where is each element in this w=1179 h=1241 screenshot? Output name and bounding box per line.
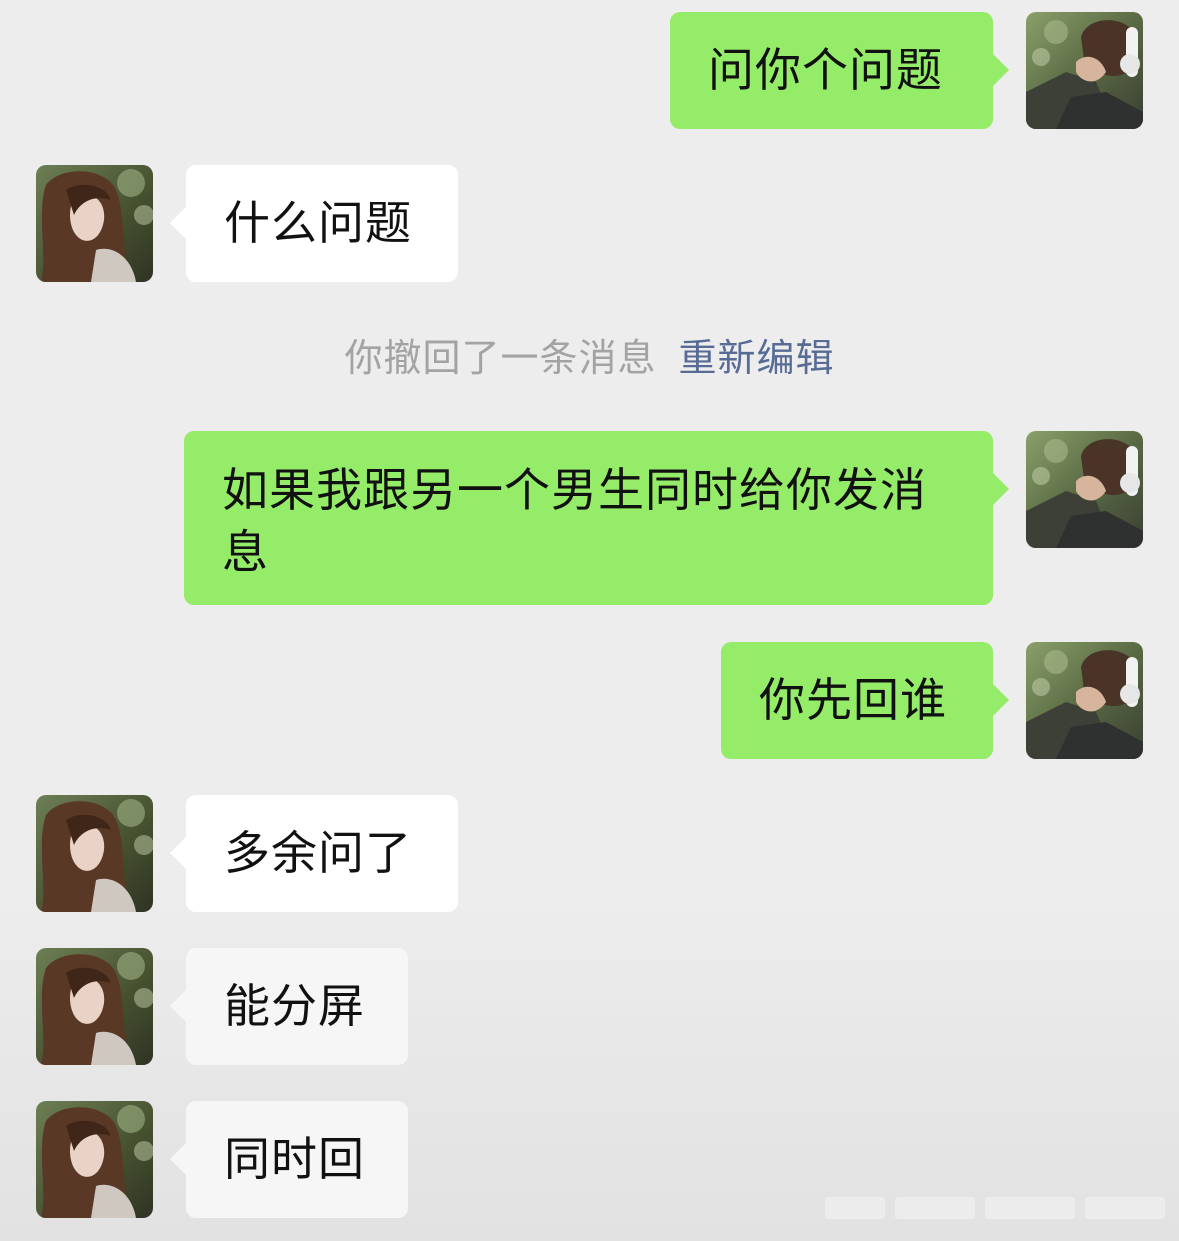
avatar-girl-icon (36, 1101, 153, 1218)
message-bubble-outgoing[interactable]: 你先回谁 (721, 642, 1009, 759)
message-bubble-outgoing[interactable]: 如果我跟另一个男生同时给你发消息 (184, 431, 1009, 605)
their-avatar[interactable] (36, 1101, 153, 1218)
avatar-girl-icon (36, 795, 153, 912)
avatar-girl-icon (36, 165, 153, 282)
message-text: 问你个问题 (708, 43, 943, 97)
their-avatar[interactable] (36, 165, 153, 282)
message-text: 能分屏 (224, 979, 365, 1033)
avatar-boy-icon (1026, 12, 1143, 129)
chat-view: 问你个问题 什么问题 你撤回了一条消息 重新编辑 如果我跟另一个男生同时给你发消息… (0, 0, 1179, 1241)
message-bubble-incoming[interactable]: 多余问了 (170, 795, 458, 912)
avatar-boy-icon (1026, 431, 1143, 548)
my-avatar[interactable] (1026, 642, 1143, 759)
message-text: 你先回谁 (759, 673, 947, 727)
reedit-link[interactable]: 重新编辑 (679, 336, 835, 380)
their-avatar[interactable] (36, 948, 153, 1065)
my-avatar[interactable] (1026, 431, 1143, 548)
message-bubble-incoming[interactable]: 能分屏 (170, 948, 408, 1065)
message-bubble-outgoing[interactable]: 问你个问题 (670, 12, 1009, 129)
recall-notice-text: 你撤回了一条消息 (344, 336, 657, 380)
message-text: 多余问了 (224, 826, 412, 880)
avatar-boy-icon (1026, 642, 1143, 759)
avatar-girl-icon (36, 948, 153, 1065)
my-avatar[interactable] (1026, 12, 1143, 129)
message-text: 如果我跟另一个男生同时给你发消息 (222, 463, 927, 579)
recall-notice: 你撤回了一条消息 重新编辑 (0, 330, 1179, 386)
message-bubble-incoming[interactable]: 同时回 (170, 1101, 408, 1218)
message-text: 同时回 (224, 1132, 365, 1186)
message-bubble-incoming[interactable]: 什么问题 (170, 165, 458, 282)
message-text: 什么问题 (224, 196, 412, 250)
their-avatar[interactable] (36, 795, 153, 912)
watermark (825, 1197, 1165, 1219)
